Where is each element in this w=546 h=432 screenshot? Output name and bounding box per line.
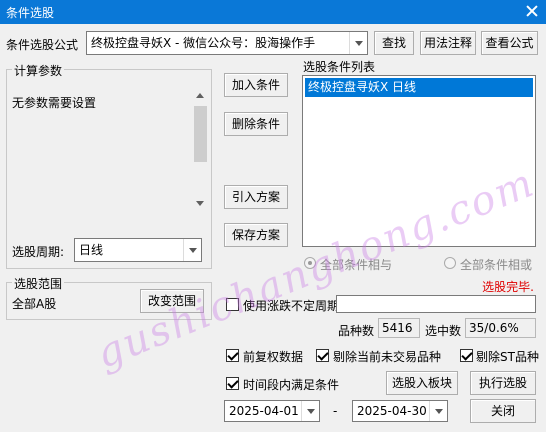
chevron-down-icon[interactable] xyxy=(183,239,201,261)
no-params-text: 无参数需要设置 xyxy=(12,96,97,110)
period-value: 日线 xyxy=(79,243,104,257)
delete-condition-button[interactable]: 删除条件 xyxy=(224,112,288,136)
period-select[interactable]: 日线 xyxy=(74,238,202,262)
close-button[interactable]: 关闭 xyxy=(470,399,536,423)
execute-button[interactable]: 执行选股 xyxy=(470,371,536,395)
variable-period-input[interactable] xyxy=(336,295,536,313)
change-scope-button[interactable]: 改变范围 xyxy=(140,289,204,313)
scope-value: 全部A股 xyxy=(12,297,57,311)
exclude-no-trade-checkbox[interactable] xyxy=(316,349,329,362)
scroll-thumb[interactable] xyxy=(194,106,207,162)
list-item[interactable]: 终极控盘寻妖X 日线 xyxy=(305,78,533,97)
count-label: 品种数 xyxy=(338,324,375,338)
exclude-st-label: 剔除ST品种 xyxy=(476,350,539,364)
date-separator: - xyxy=(333,404,338,418)
add-condition-button[interactable]: 加入条件 xyxy=(224,73,288,97)
window-title: 条件选股 xyxy=(6,6,55,20)
formula-select-value: 终极控盘寻妖X - 微信公众号：股海操作手 xyxy=(91,36,316,50)
close-icon[interactable] xyxy=(524,3,540,19)
usage-notes-button[interactable]: 用法注释 xyxy=(420,31,476,55)
forward-adjust-label: 前复权数据 xyxy=(243,350,304,364)
params-scrollbar[interactable] xyxy=(192,80,209,212)
variable-period-label: 使用涨跌不定周期 xyxy=(243,299,340,313)
formula-select[interactable]: 终极控盘寻妖X - 微信公众号：股海操作手 xyxy=(86,31,368,55)
condition-list-label: 选股条件列表 xyxy=(303,60,376,74)
status-text: 选股完毕. xyxy=(482,280,534,294)
forward-adjust-checkbox[interactable] xyxy=(226,349,239,362)
chevron-down-icon[interactable] xyxy=(429,401,447,421)
chevron-down-icon[interactable] xyxy=(349,32,367,54)
time-range-label: 时间段内满足条件 xyxy=(243,378,340,392)
radio-all-and[interactable] xyxy=(304,257,316,269)
condition-list[interactable]: 终极控盘寻妖X 日线 xyxy=(302,75,536,247)
add-to-block-button[interactable]: 选股入板块 xyxy=(386,371,458,395)
selected-value: 35/0.6% xyxy=(465,318,536,338)
radio-all-or[interactable] xyxy=(444,257,456,269)
params-group-label: 计算参数 xyxy=(12,62,65,79)
scroll-down-icon[interactable] xyxy=(196,201,204,206)
chevron-down-icon[interactable] xyxy=(301,401,319,421)
start-date-picker[interactable]: 2025-04-01 xyxy=(224,400,320,422)
save-plan-button[interactable]: 保存方案 xyxy=(224,223,288,247)
exclude-st-checkbox[interactable] xyxy=(460,349,473,362)
find-button[interactable]: 查找 xyxy=(374,31,414,55)
end-date-picker[interactable]: 2025-04-30 xyxy=(352,400,448,422)
title-bar: 条件选股 xyxy=(0,0,546,24)
variable-period-checkbox[interactable] xyxy=(226,298,239,311)
count-value: 5416 xyxy=(378,318,420,338)
scope-group-label: 选股范围 xyxy=(12,275,65,292)
time-range-checkbox[interactable] xyxy=(226,377,239,390)
selected-label: 选中数 xyxy=(425,324,462,338)
exclude-no-trade-label: 剔除当前未交易品种 xyxy=(333,350,442,364)
end-date-value: 2025-04-30 xyxy=(357,404,427,418)
view-formula-button[interactable]: 查看公式 xyxy=(481,31,538,55)
scroll-up-icon[interactable] xyxy=(196,93,204,98)
radio-all-or-label: 全部条件相或 xyxy=(460,258,533,272)
import-plan-button[interactable]: 引入方案 xyxy=(224,185,288,209)
formula-label: 条件选股公式 xyxy=(6,38,79,52)
period-label: 选股周期: xyxy=(12,245,65,259)
radio-all-and-label: 全部条件相与 xyxy=(320,258,393,272)
start-date-value: 2025-04-01 xyxy=(229,404,299,418)
